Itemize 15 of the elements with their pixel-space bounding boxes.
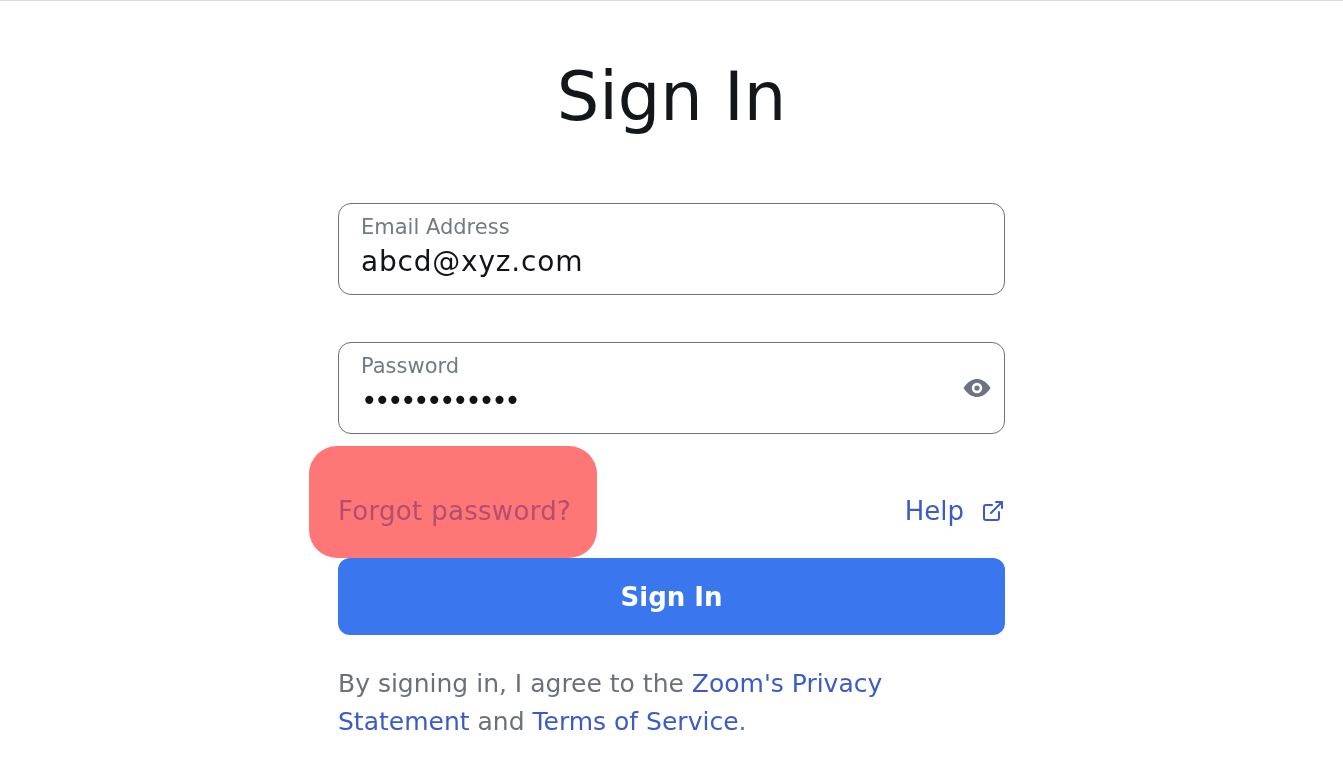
field-label: Password <box>361 354 460 378</box>
help-link[interactable]: Help <box>904 496 1005 526</box>
password-input[interactable]: •••••••••••• <box>361 383 963 417</box>
policy-link[interactable]: Statement <box>338 707 470 736</box>
page-title: Sign In <box>556 57 787 137</box>
sign-in-button[interactable]: Sign In <box>338 558 1005 635</box>
external-link-icon <box>981 499 1005 523</box>
email-input[interactable]: abcd@xyz.com <box>361 244 991 278</box>
terms-notice: By signing in, I agree to the Zoom's Privacy Statement and Terms of Service. <box>338 668 884 738</box>
policy-link[interactable]: Terms of Service <box>532 707 739 736</box>
policy-link[interactable]: Zoom's Privacy <box>691 669 883 698</box>
field-label: Email Address <box>361 215 510 239</box>
email-field[interactable]: Email Address abcd@xyz.com <box>338 203 1005 295</box>
password-field[interactable]: Password •••••••••••• <box>338 342 1005 434</box>
eye-icon[interactable] <box>963 379 991 397</box>
